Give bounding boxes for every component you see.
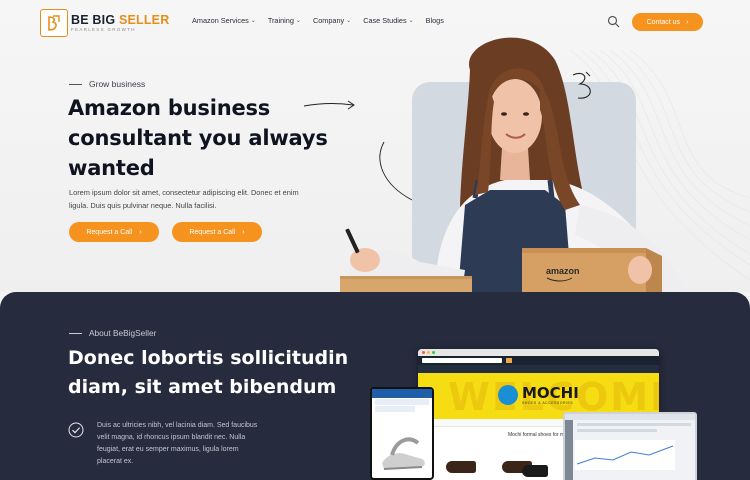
shoe-image [522, 465, 548, 477]
laptop-dashboard-mockup [563, 412, 697, 480]
arrow-right-icon: › [686, 18, 689, 26]
request-call-button-primary[interactable]: Request a Call › [69, 222, 159, 242]
hero-description: Lorem ipsum dolor sit amet, consectetur … [69, 188, 299, 210]
about-eyebrow: About BeBigSeller [69, 328, 156, 338]
phone-store-mockup [370, 387, 434, 480]
about-section: About BeBigSeller Donec lobortis sollici… [0, 292, 750, 480]
brand-tagline: FEARLESS GROWTH [71, 27, 136, 32]
chevron-down-icon: ⌄ [346, 18, 352, 24]
nav-item-blogs[interactable]: Blogs [426, 16, 444, 25]
hero-woman-with-amazon-box-image: amazon [340, 37, 685, 292]
arrow-right-icon: › [139, 228, 142, 236]
arrow-right-icon: › [242, 228, 245, 236]
sandal-image [382, 437, 425, 470]
shop-heading: Mochi formal shoes for men [508, 432, 570, 438]
dashboard-chart-graphic [575, 440, 675, 470]
chevron-down-icon: ⌄ [295, 18, 301, 24]
check-circle-icon [68, 422, 84, 438]
amazon-box-label: amazon [546, 266, 580, 276]
chevron-down-icon: ⌄ [250, 18, 256, 24]
nav-item-training[interactable]: Training ⌄ [268, 16, 301, 25]
about-title: Donec lobortis sollicitudin diam, sit am… [68, 347, 349, 398]
logo-mark-icon [40, 9, 68, 37]
main-nav: Amazon Services ⌄ Training ⌄ Company ⌄ Case… [192, 16, 444, 25]
eyebrow-dash [69, 332, 82, 334]
mochi-brand-name: MOCHI [522, 383, 579, 402]
shoe-image [446, 461, 476, 473]
request-call-button-secondary[interactable]: Request a Call › [172, 222, 262, 242]
brand-logo[interactable]: BE BIG SELLER FEARLESS GROWTH [40, 9, 169, 37]
nav-item-company[interactable]: Company ⌄ [313, 16, 351, 25]
about-description: Duis ac ultricies nibh, vel lacinia diam… [97, 422, 258, 465]
brand-name: BE BIG SELLER [71, 12, 170, 27]
mochi-logo: MOCHI SHOES & ACCESSORIES [498, 385, 579, 405]
search-icon[interactable] [607, 15, 620, 28]
nav-item-amazon-services[interactable]: Amazon Services ⌄ [192, 16, 256, 25]
mochi-brand-tag: SHOES & ACCESSORIES [522, 400, 574, 405]
decorative-scribble [572, 71, 591, 99]
chevron-down-icon: ⌄ [408, 18, 414, 24]
mochi-logo-icon [498, 385, 518, 405]
contact-us-button[interactable]: Contact us › [632, 13, 703, 31]
hero-eyebrow: Grow business [69, 79, 145, 89]
nav-item-case-studies[interactable]: Case Studies ⌄ [363, 16, 413, 25]
eyebrow-dash [69, 83, 82, 85]
